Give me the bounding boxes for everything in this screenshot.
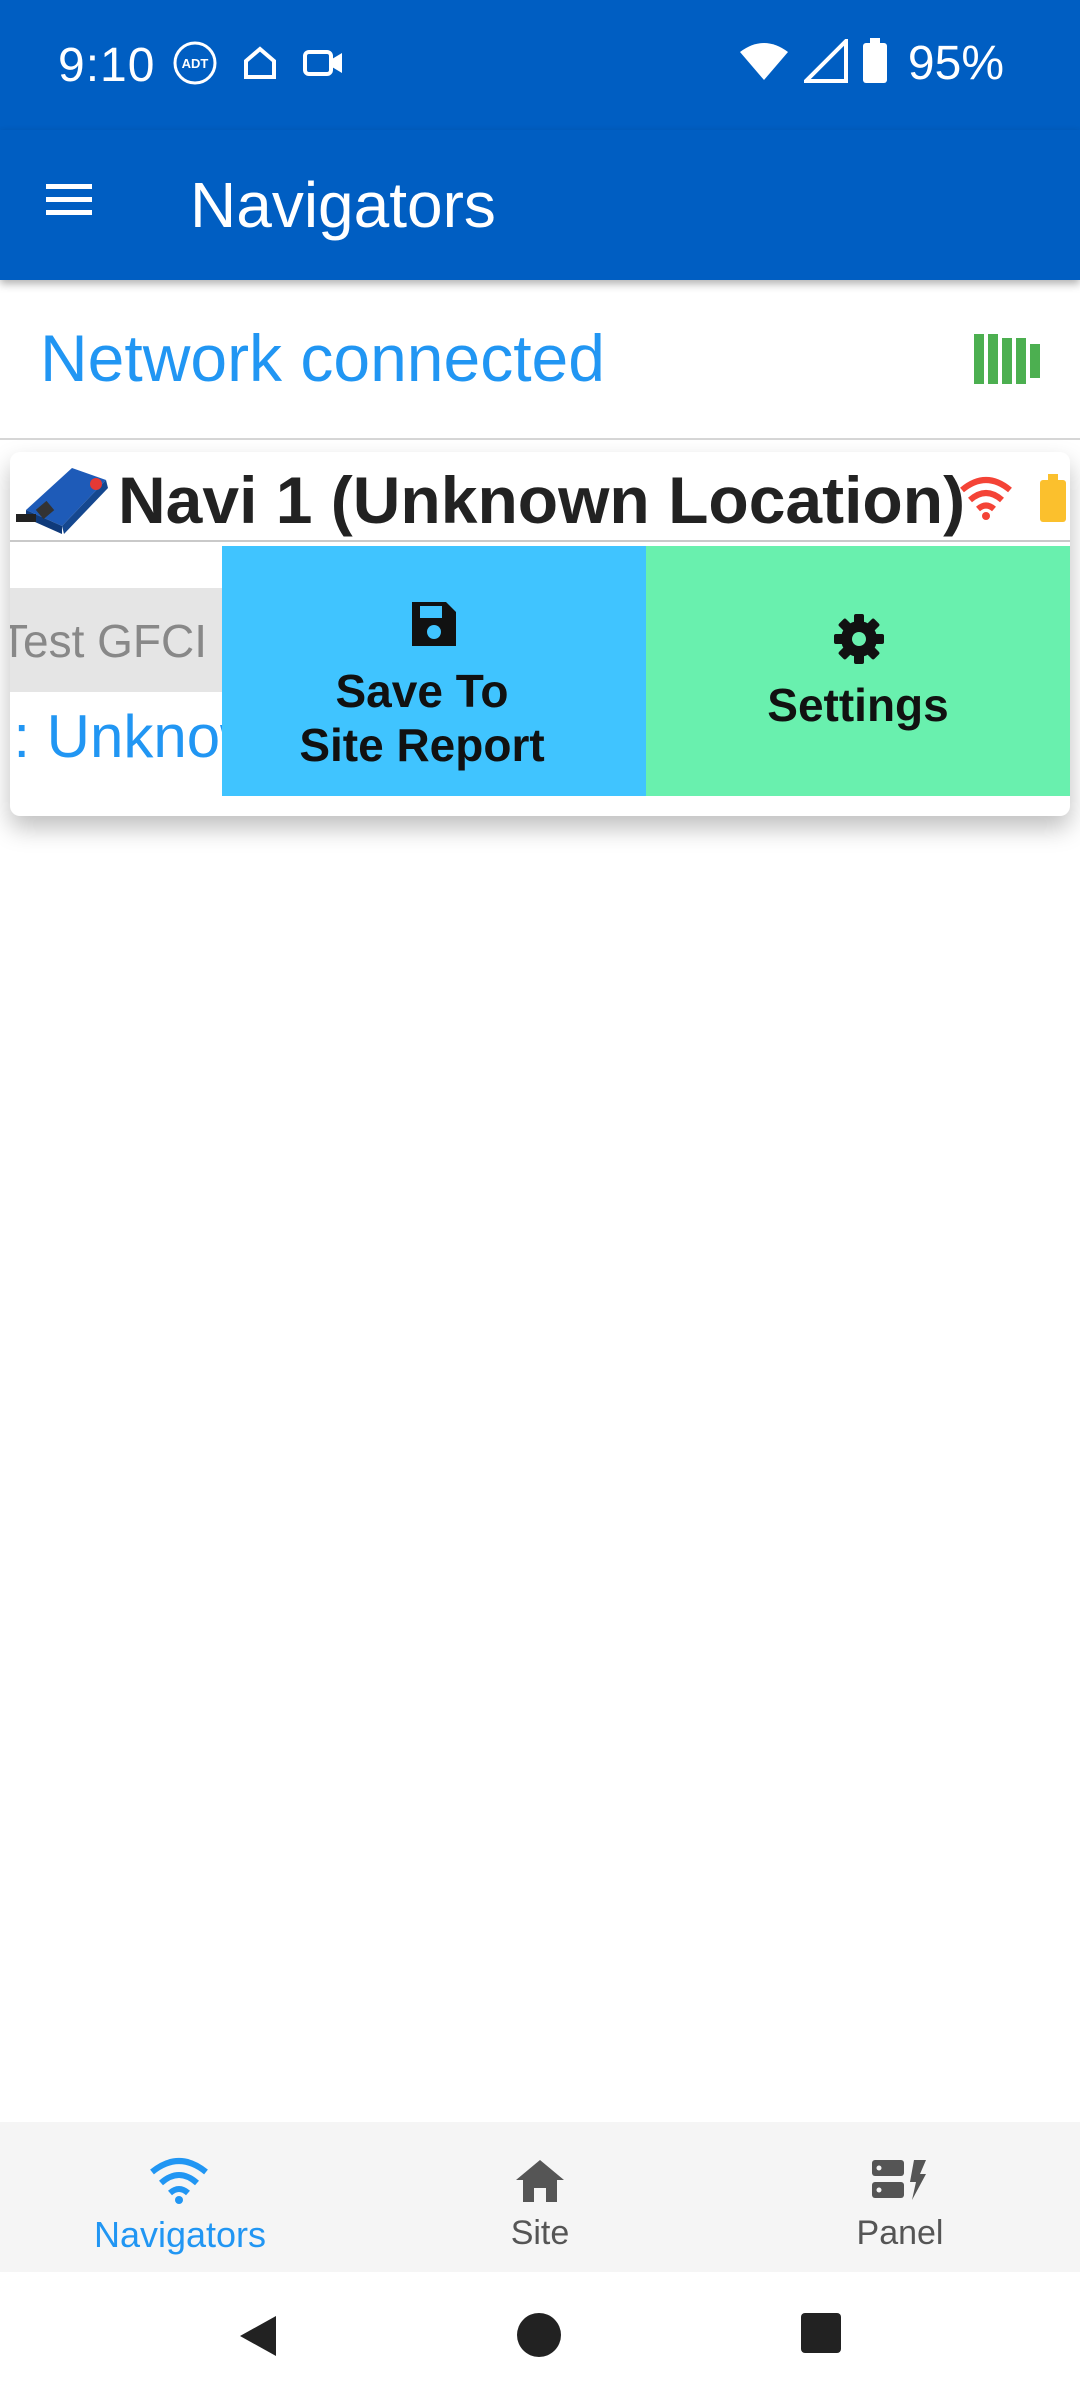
network-status-row: Network connected [0,290,1080,440]
status-icons-right: 95% [738,36,1004,91]
battery-icon [862,38,888,89]
gear-icon [832,612,886,671]
panel-icon [870,2156,928,2209]
back-icon[interactable] [236,2312,280,2365]
page-title: Navigators [190,169,496,241]
nav-item-site[interactable]: Site [360,2122,720,2272]
test-gfci-label: Test GFCI [10,615,208,667]
svg-text:ADT: ADT [182,56,209,71]
signal-icon [801,36,848,88]
nav-label-navigators: Navigators [93,2214,267,2255]
bottom-navigation: Navigators Site Panel [0,2122,1080,2272]
adt-icon: ADT [172,40,218,91]
device-wifi-icon [958,476,1014,525]
save-label: Save To Site Report [299,665,545,771]
device-card-header: Navi 1 (Unknown Location) [10,452,1070,542]
test-gfci-button[interactable]: Test GFCI [10,588,242,692]
navigator-device-icon [16,458,112,543]
nav-item-panel[interactable]: Panel [720,2122,1080,2272]
status-time: 9:10 [58,39,156,92]
hamburger-menu-icon[interactable] [44,180,104,230]
system-navigation-bar [0,2272,1080,2400]
wifi-icon [148,2156,210,2209]
device-battery-icon [1040,474,1066,529]
nav-item-navigators[interactable]: Navigators [0,2122,360,2272]
device-card[interactable]: Navi 1 (Unknown Location) Test GFCI l: U… [10,452,1070,816]
home-button-icon[interactable] [516,2312,562,2363]
recents-icon[interactable] [800,2312,842,2359]
app-bar: Navigators [0,130,1080,280]
battery-percent: 95% [907,37,1004,90]
home-icon [240,43,280,88]
save-icon [408,598,460,655]
nav-label-site: Site [510,2214,570,2252]
camera-icon [302,45,344,86]
status-icons-left: ADT [172,40,344,91]
settings-label: Settings [767,679,949,731]
network-status-text: Network connected [40,321,605,395]
save-to-site-report-button[interactable]: Save To Site Report [222,546,646,796]
home-icon [514,2156,566,2209]
nav-label-panel: Panel [856,2214,944,2252]
settings-button[interactable]: Settings [646,546,1070,796]
status-bar: 9:10 ADT 95% [0,0,1080,130]
network-bars-icon [974,332,1042,391]
wifi-icon [738,40,790,87]
device-name: Navi 1 (Unknown Location) [118,463,966,537]
